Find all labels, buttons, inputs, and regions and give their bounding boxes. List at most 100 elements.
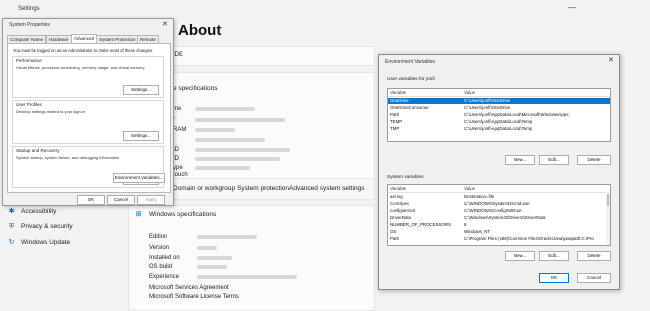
list-item[interactable]: TEMP C:\Users\jonfi\AppData\Local\Temp xyxy=(388,119,610,125)
minimize-button[interactable]: — xyxy=(568,3,576,12)
variable-value: C:\Windows\System32\Drivers\DriverData xyxy=(464,215,546,220)
list-item[interactable]: Path C:\Program Files (x86)\Common Files… xyxy=(388,236,610,242)
variable-value: C:\Program Files (x86)\Common Files\Orac… xyxy=(464,236,594,241)
list-item[interactable]: OneDrive C:\Users\jonfi\OneDrive xyxy=(388,98,610,104)
performance-settings-button[interactable]: Settings... xyxy=(123,85,159,95)
close-button[interactable]: ✕ xyxy=(608,56,614,64)
winspec-value-redacted xyxy=(197,275,297,279)
list-item[interactable]: OneDriveConsumer C:\Users\jonfi\OneDrive xyxy=(388,105,610,111)
cancel-button[interactable]: Cancel xyxy=(107,195,135,205)
variable-value: C:\Users\jonfi\AppData\Local\Microsoft\W… xyxy=(464,112,570,117)
user-edit-button[interactable]: Edit... xyxy=(539,155,569,165)
nav-item-label: Privacy & security xyxy=(21,223,73,230)
winspec-row-label: OS build xyxy=(149,264,173,270)
variable-name: Path xyxy=(390,112,400,117)
list-item[interactable]: TMP C:\Users\jonfi\AppData\Local\Temp xyxy=(388,126,610,132)
accessibility-icon: ✱ xyxy=(8,208,15,215)
system-delete-button[interactable]: Delete xyxy=(577,251,611,261)
spec-value-redacted xyxy=(195,107,255,111)
variable-name: NUMBER_OF_PROCESSORS xyxy=(390,222,451,227)
performance-group: Performance Visual effects, processor sc… xyxy=(12,56,164,98)
user-variables-list[interactable]: Variable Value OneDrive C:\Users\jonfi\O… xyxy=(387,88,611,142)
variable-name: asl.log xyxy=(390,194,403,199)
system-variables-label: System variables xyxy=(387,175,424,180)
group-title: Startup and Recovery xyxy=(16,148,60,153)
nav-item-privacy-security[interactable]: ⛨ Privacy & security xyxy=(8,222,118,232)
group-description: System startup, system failure, and debu… xyxy=(16,155,120,160)
windows-update-icon: ↻ xyxy=(8,239,15,246)
scrollbar-thumb[interactable] xyxy=(607,194,609,206)
admin-note: You must be logged on as an Administrato… xyxy=(13,48,154,53)
variable-value: C:\Users\jonfi\OneDrive xyxy=(464,105,511,110)
app-title: Settings xyxy=(18,6,40,12)
env-cancel-button[interactable]: Cancel xyxy=(577,273,611,283)
environment-variables-button[interactable]: Environment Variables... xyxy=(113,173,165,183)
link-system-protection[interactable]: System protection xyxy=(237,185,289,192)
variable-name: configsetroot xyxy=(390,208,416,213)
link-domain-workgroup[interactable]: Domain or workgroup xyxy=(173,185,235,192)
spec-value-redacted xyxy=(195,138,265,142)
spec-value-redacted xyxy=(195,148,290,152)
variable-value: C:\Users\jonfi\OneDrive xyxy=(464,98,511,103)
nav-item-windows-update[interactable]: ↻ Windows Update xyxy=(8,238,118,248)
variable-value: Windows_NT xyxy=(464,229,491,234)
variable-name: OneDrive xyxy=(390,98,409,103)
group-description: Visual effects, processor scheduling, me… xyxy=(16,65,145,70)
user-variables-label: User variables for jonfi xyxy=(387,77,435,82)
close-button[interactable]: ✕ xyxy=(162,20,168,28)
winspec-value-redacted xyxy=(197,235,257,239)
user-new-button[interactable]: New... xyxy=(505,155,535,165)
user-profiles-group: User Profiles Desktop settings related t… xyxy=(12,100,164,144)
list-item[interactable]: OS Windows_NT xyxy=(388,229,610,235)
env-ok-button[interactable]: OK xyxy=(539,273,569,283)
column-header-value[interactable]: Value xyxy=(464,186,475,191)
winspec-value-redacted xyxy=(197,246,217,250)
windows-specs-heading: Windows specifications xyxy=(149,211,217,218)
link-license-terms[interactable]: Microsoft Software License Terms xyxy=(149,294,239,300)
list-item[interactable]: DriverData C:\Windows\System32\Drivers\D… xyxy=(388,215,610,221)
list-item[interactable]: configsetroot C:\WINDOWS\ConfigSetRoot xyxy=(388,208,610,214)
variable-name: TMP xyxy=(390,126,400,131)
system-edit-button[interactable]: Edit... xyxy=(539,251,569,261)
variable-value: C:\Users\jonfi\AppData\Local\Temp xyxy=(464,126,533,131)
ok-button[interactable]: OK xyxy=(77,195,105,205)
user-profiles-settings-button[interactable]: Settings... xyxy=(123,131,159,141)
variable-value: C:\WINDOWS\ConfigSetRoot xyxy=(464,208,522,213)
winspec-value-redacted xyxy=(197,256,232,260)
winspec-row-label: Edition xyxy=(149,234,168,240)
variable-name: ComSpec xyxy=(390,201,410,206)
list-item[interactable]: ComSpec C:\WINDOWS\system32\cmd.exe xyxy=(388,201,610,207)
spec-value-redacted xyxy=(195,166,250,170)
shield-icon: ⛨ xyxy=(8,223,15,230)
winspec-row-label: Installed on xyxy=(149,255,180,261)
list-item[interactable]: asl.log Destination=file xyxy=(388,194,610,200)
list-item[interactable]: NUMBER_OF_PROCESSORS 8 xyxy=(388,222,610,228)
list-header: Variable Value xyxy=(388,185,610,193)
dialog-title: System Properties xyxy=(9,22,50,28)
windows-specifications-card: ⊞ Windows specifications Edition Version… xyxy=(128,205,375,311)
column-header-variable[interactable]: Variable xyxy=(390,90,406,95)
list-item[interactable]: Path C:\Users\jonfi\AppData\Local\Micros… xyxy=(388,112,610,118)
specs-heading: e specifications xyxy=(173,85,218,92)
user-delete-button[interactable]: Delete xyxy=(577,155,611,165)
system-variables-list[interactable]: Variable Value asl.log Destination=file … xyxy=(387,184,611,246)
list-header: Variable Value xyxy=(388,89,610,97)
column-header-value[interactable]: Value xyxy=(464,90,475,95)
link-services-agreement[interactable]: Microsoft Services Agreement xyxy=(149,285,229,291)
device-label: IDE xyxy=(173,52,184,58)
nav-item-accessibility[interactable]: ✱ Accessibility xyxy=(8,207,118,217)
windows-logo-icon: ⊞ xyxy=(135,211,142,218)
page-title: About xyxy=(178,22,222,39)
group-description: Desktop settings related to your sign-in xyxy=(16,109,86,114)
system-new-button[interactable]: New... xyxy=(505,251,535,261)
spec-value-redacted xyxy=(195,128,235,132)
spec-value-redacted xyxy=(195,118,285,122)
link-advanced-system-settings[interactable]: Advanced system settings xyxy=(289,185,365,192)
nav-item-label: Windows Update xyxy=(21,239,71,246)
column-header-variable[interactable]: Variable xyxy=(390,186,406,191)
advanced-tab-panel: You must be logged on as an Administrato… xyxy=(7,43,171,193)
apply-button[interactable]: Apply xyxy=(137,195,165,205)
variable-value: 8 xyxy=(464,222,467,227)
spec-value-redacted xyxy=(195,157,280,161)
nav-item-label: Accessibility xyxy=(21,208,57,215)
